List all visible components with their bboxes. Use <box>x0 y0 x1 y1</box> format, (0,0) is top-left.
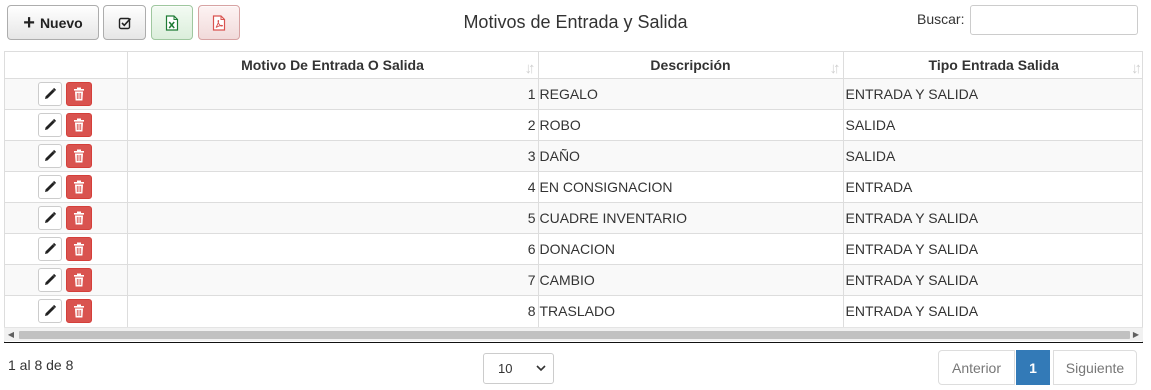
edit-button[interactable] <box>38 113 62 137</box>
trash-icon <box>74 211 84 225</box>
pencil-icon <box>45 273 57 285</box>
delete-button[interactable] <box>66 206 92 230</box>
cell-motivo: 6 <box>126 233 538 265</box>
cell-motivo: 3 <box>126 140 538 172</box>
table-row: 8 TRASLADO ENTRADA Y SALIDA <box>5 295 1142 327</box>
pencil-icon <box>45 118 57 130</box>
cell-tipo: ENTRADA Y SALIDA <box>842 295 1142 327</box>
trash-icon <box>74 87 84 101</box>
edit-button[interactable] <box>38 175 62 199</box>
trash-icon <box>74 273 84 287</box>
cell-tipo: SALIDA <box>842 140 1142 172</box>
pencil-icon <box>45 180 57 192</box>
scrollbar-thumb[interactable] <box>19 331 1130 339</box>
pencil-icon <box>45 149 57 161</box>
next-page-button[interactable]: Siguiente <box>1053 350 1137 385</box>
search-input[interactable] <box>970 5 1138 35</box>
column-header-label: Descripción <box>650 57 731 73</box>
table-row: 6 DONACION ENTRADA Y SALIDA <box>5 233 1142 265</box>
page-1-button[interactable]: 1 <box>1016 350 1050 385</box>
previous-page-button[interactable]: Anterior <box>938 350 1015 385</box>
pencil-icon <box>45 305 57 317</box>
row-actions <box>5 140 127 172</box>
delete-button[interactable] <box>66 144 92 168</box>
page-size-value: 10 <box>498 361 513 376</box>
chevron-down-icon <box>536 365 546 372</box>
cell-descripcion: ROBO <box>537 109 843 141</box>
edit-button[interactable] <box>38 206 62 230</box>
cell-descripcion: CAMBIO <box>537 264 843 296</box>
row-actions <box>5 109 127 141</box>
cell-motivo: 5 <box>126 202 538 234</box>
cell-descripcion: DAÑO <box>537 140 843 172</box>
row-actions <box>5 264 127 296</box>
sort-icon: ↓↑ <box>524 60 536 77</box>
trash-icon <box>74 149 84 163</box>
column-header-actions <box>5 51 127 79</box>
edit-button[interactable] <box>38 268 62 292</box>
delete-button[interactable] <box>66 237 92 261</box>
sort-icon: ↓↑ <box>829 60 841 77</box>
column-header-motivo[interactable]: Motivo De Entrada O Salida ↓↑ <box>126 51 538 79</box>
column-header-label: Motivo De Entrada O Salida <box>241 57 424 73</box>
sort-icon: ↓↑ <box>1131 60 1142 77</box>
table-row: 1 REGALO ENTRADA Y SALIDA <box>5 78 1142 110</box>
column-header-tipo[interactable]: Tipo Entrada Salida ↓↑ <box>842 51 1142 79</box>
cell-tipo: ENTRADA Y SALIDA <box>842 202 1142 234</box>
trash-icon <box>74 242 84 256</box>
cell-tipo: SALIDA <box>842 109 1142 141</box>
table-row: 7 CAMBIO ENTRADA Y SALIDA <box>5 264 1142 296</box>
row-actions <box>5 233 127 265</box>
delete-button[interactable] <box>66 268 92 292</box>
cell-descripcion: DONACION <box>537 233 843 265</box>
trash-icon <box>74 180 84 194</box>
table-info: 1 al 8 de 8 <box>8 357 74 373</box>
row-actions <box>5 78 127 110</box>
table-row: 4 EN CONSIGNACION ENTRADA <box>5 171 1142 203</box>
horizontal-scrollbar[interactable]: ◀ ▶ <box>4 327 1143 341</box>
row-actions <box>5 295 127 327</box>
trash-icon <box>74 118 84 132</box>
row-actions <box>5 171 127 203</box>
cell-tipo: ENTRADA Y SALIDA <box>842 233 1142 265</box>
table-row: 2 ROBO SALIDA <box>5 109 1142 141</box>
column-header-descripcion[interactable]: Descripción ↓↑ <box>537 51 843 79</box>
cell-tipo: ENTRADA Y SALIDA <box>842 78 1142 110</box>
table-row: 5 CUADRE INVENTARIO ENTRADA Y SALIDA <box>5 202 1142 234</box>
edit-button[interactable] <box>38 237 62 261</box>
cell-motivo: 8 <box>126 295 538 327</box>
scroll-right-icon[interactable]: ▶ <box>1131 330 1141 340</box>
table-bottom-divider <box>4 342 1143 343</box>
table-header-row: Motivo De Entrada O Salida ↓↑ Descripció… <box>5 51 1142 79</box>
cell-motivo: 7 <box>126 264 538 296</box>
cell-descripcion: REGALO <box>537 78 843 110</box>
column-header-label: Tipo Entrada Salida <box>928 57 1059 73</box>
cell-descripcion: TRASLADO <box>537 295 843 327</box>
edit-button[interactable] <box>38 299 62 324</box>
pencil-icon <box>45 87 57 99</box>
cell-tipo: ENTRADA Y SALIDA <box>842 264 1142 296</box>
cell-descripcion: EN CONSIGNACION <box>537 171 843 203</box>
edit-button[interactable] <box>38 82 62 106</box>
table-row: 3 DAÑO SALIDA <box>5 140 1142 172</box>
cell-motivo: 4 <box>126 171 538 203</box>
pencil-icon <box>45 242 57 254</box>
cell-descripcion: CUADRE INVENTARIO <box>537 202 843 234</box>
trash-icon <box>74 304 84 318</box>
delete-button[interactable] <box>66 299 92 324</box>
delete-button[interactable] <box>66 175 92 199</box>
scroll-left-icon[interactable]: ◀ <box>6 330 16 340</box>
page-size-select[interactable]: 10 <box>483 353 554 384</box>
delete-button[interactable] <box>66 82 92 106</box>
delete-button[interactable] <box>66 113 92 137</box>
row-actions <box>5 202 127 234</box>
cell-motivo: 2 <box>126 109 538 141</box>
cell-motivo: 1 <box>126 78 538 110</box>
search-label: Buscar: <box>917 11 965 27</box>
cell-tipo: ENTRADA <box>842 171 1142 203</box>
pencil-icon <box>45 211 57 223</box>
edit-button[interactable] <box>38 144 62 168</box>
data-table: Motivo De Entrada O Salida ↓↑ Descripció… <box>4 51 1143 343</box>
